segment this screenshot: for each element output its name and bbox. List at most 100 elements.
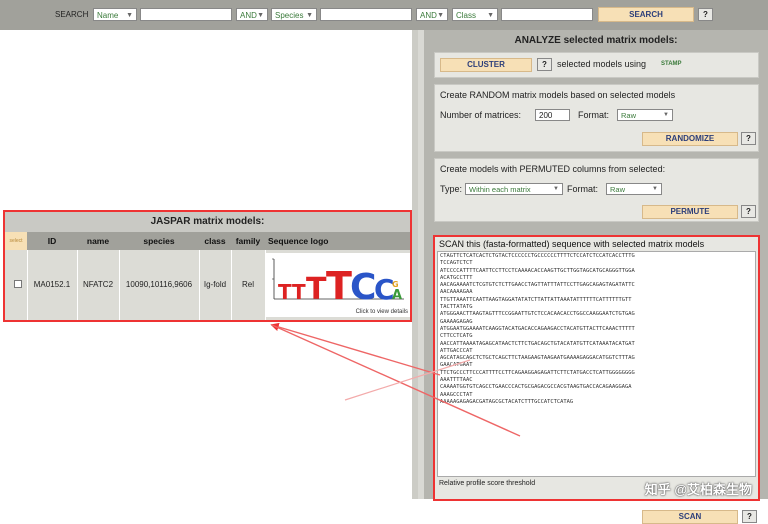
- search-field1-select[interactable]: Name ▼: [93, 8, 137, 21]
- sequence-line: AACAGAAAATCTCGTGTCTCTTGAACCTAGTTATTTATTC…: [440, 282, 635, 289]
- sequence-line: AACAAAAGAA: [440, 289, 473, 296]
- col-sequence-logo: Sequence logo: [268, 236, 329, 246]
- svg-text:T: T: [326, 264, 352, 305]
- permute-type-value: Within each matrix: [469, 185, 531, 194]
- search-field2-value: Species: [275, 11, 304, 20]
- sequence-line: ATCCCCATTTTCAATTCCTTCCTCAAAACACCAAGTTGCT…: [440, 267, 635, 274]
- scan-panel: SCAN this (fasta-formatted) sequence wit…: [433, 235, 760, 501]
- search-op2-select[interactable]: AND ▼: [416, 8, 448, 21]
- select-checkbox[interactable]: [14, 280, 22, 288]
- cell-species: 10090,10116,9606: [125, 280, 193, 289]
- sequence-line: ATTGACCCAT: [440, 347, 473, 354]
- sequence-line: AAATTTTAAC: [440, 377, 473, 384]
- chevron-down-icon: ▼: [257, 12, 264, 19]
- svg-text:T: T: [278, 280, 292, 304]
- cell-id: MA0152.1: [33, 280, 71, 289]
- search-op1-select[interactable]: AND ▼: [236, 8, 268, 21]
- random-panel: Create RANDOM matrix models based on sel…: [434, 84, 759, 152]
- svg-text:T: T: [292, 280, 306, 304]
- search-bar: SEARCH Name ▼ AND ▼ Species ▼ AND ▼ Class ▼ S…: [0, 0, 768, 30]
- jaspar-header-row: select ID name species class family Sequ…: [5, 232, 410, 250]
- svg-text:A: A: [392, 288, 402, 303]
- permute-format-select[interactable]: Raw ▼: [606, 183, 662, 195]
- search-op2-value: AND: [420, 11, 437, 20]
- cell-name: NFATC2: [82, 280, 114, 289]
- search-button[interactable]: SEARCH: [598, 7, 694, 22]
- cluster-text: selected models using: [557, 59, 647, 69]
- sequence-line: GAACATGAAT: [440, 362, 473, 369]
- stamp-link[interactable]: STAMP: [661, 61, 682, 67]
- logo-caption: Click to view details: [355, 309, 408, 315]
- search-field3-value: Class: [456, 11, 477, 20]
- col-class: class: [204, 236, 226, 246]
- scan-help-button[interactable]: ?: [742, 510, 757, 523]
- col-id: ID: [47, 236, 57, 246]
- randomize-button[interactable]: RANDOMIZE: [642, 132, 738, 146]
- watermark: 知乎 @艾柏森生物: [644, 482, 752, 497]
- sequence-logo-image[interactable]: T T T T C C A G Click to view details: [266, 253, 410, 317]
- search-label: SEARCH: [55, 10, 89, 19]
- analyze-pane: ANALYZE selected matrix models: CLUSTER …: [424, 30, 768, 524]
- chevron-down-icon: ▼: [306, 12, 313, 19]
- scan-title: SCAN this (fasta-formatted) sequence wit…: [439, 239, 705, 249]
- svg-text:T: T: [306, 272, 327, 305]
- svg-text:G: G: [392, 280, 399, 289]
- threshold-label: Relative profile score threshold: [439, 480, 536, 487]
- sequence-line: ACATGCCTTT: [440, 274, 473, 281]
- permute-button[interactable]: PERMUTE: [642, 205, 738, 219]
- num-matrices-label: Number of matrices:: [440, 110, 522, 120]
- num-matrices-input[interactable]: 200: [535, 109, 570, 121]
- sequence-line: AAAAAGAGAGACGATAGCGCTACATCTTTGCCATCTCATA…: [440, 398, 574, 405]
- jaspar-title: JASPAR matrix models:: [5, 212, 410, 232]
- chevron-down-icon: ▼: [553, 186, 559, 192]
- sequence-line: ATGGGAACTTAAGTAGTTTCCGGAATTGTCTCCACAACAC…: [440, 311, 635, 318]
- table-row: MA0152.1 NFATC2 10090,10116,9606 Ig-fold…: [5, 250, 410, 320]
- sequence-line: ATGGAATGGAAAATCAAGGTACATGACACCAGAAGACCTA…: [440, 325, 635, 332]
- sequence-line: CTTCCTCATG: [440, 333, 473, 340]
- sequence-line: TCCAGTCTCT: [440, 260, 473, 267]
- sequence-line: AGCATAGCAGCTCTGCTCAGCTTCTAAGAAGTAAGAATGA…: [440, 355, 635, 362]
- sequence-line: CAAAATGGTGTCAGCCTGAACCCACTGCGAGACGCCACGT…: [440, 384, 632, 391]
- search-input-2[interactable]: [320, 8, 412, 21]
- sequence-textarea[interactable]: CTAGTTCTCATCACTCTGTACTCCCCCCTGCCCCCCTTTT…: [437, 251, 756, 477]
- sequence-line: GAAAAGAGAG: [440, 318, 473, 325]
- random-format-select[interactable]: Raw ▼: [617, 109, 673, 121]
- sequence-line: TTCTGCCCTTCCCATTTTCCTTCAGAAGGAGAGATTCTTC…: [440, 369, 635, 376]
- cell-family: Rel: [241, 280, 254, 289]
- sequence-line: TACTTATATG: [440, 304, 473, 311]
- col-species: species: [143, 236, 175, 246]
- cluster-help-button[interactable]: ?: [537, 58, 552, 71]
- random-title: Create RANDOM matrix models based on sel…: [440, 90, 676, 100]
- search-field1-value: Name: [97, 11, 119, 20]
- permute-type-label: Type:: [440, 184, 463, 194]
- random-format-label: Format:: [578, 110, 610, 120]
- randomize-help-button[interactable]: ?: [741, 132, 756, 145]
- search-field3-select[interactable]: Class ▼: [452, 8, 498, 21]
- scan-button[interactable]: SCAN: [642, 510, 738, 524]
- svg-text:C: C: [350, 267, 376, 305]
- search-input-1[interactable]: [140, 8, 232, 21]
- col-family: family: [235, 236, 261, 246]
- sequence-line: CTAGTTCTCATCACTCTGTACTCCCCCCTGCCCCCCTTTT…: [440, 253, 635, 259]
- jaspar-models-table: JASPAR matrix models: select ID name spe…: [3, 210, 412, 322]
- cluster-button[interactable]: CLUSTER: [440, 58, 532, 72]
- random-format-value: Raw: [621, 111, 637, 120]
- analyze-title: ANALYZE selected matrix models:: [514, 35, 678, 46]
- search-op1-value: AND: [240, 11, 257, 20]
- sequence-line: TTGTTAAATTCAATTAAGTAGGATATATCTTATTATTAAA…: [440, 296, 632, 303]
- cell-class: Ig-fold: [203, 280, 227, 289]
- sequence-line: AAAGCCCTAT: [440, 391, 473, 398]
- chevron-down-icon: ▼: [126, 12, 133, 19]
- search-help-button[interactable]: ?: [698, 8, 713, 21]
- chevron-down-icon: ▼: [663, 112, 669, 118]
- chevron-down-icon: ▼: [487, 12, 494, 19]
- cluster-panel: CLUSTER ? selected models using STAMP: [434, 52, 759, 78]
- search-field2-select[interactable]: Species ▼: [271, 8, 317, 21]
- search-input-3[interactable]: [501, 8, 593, 21]
- permute-panel: Create models with PERMUTED columns from…: [434, 158, 759, 222]
- permute-format-label: Format:: [567, 184, 599, 194]
- permute-type-select[interactable]: Within each matrix ▼: [465, 183, 563, 195]
- col-select: select: [5, 232, 27, 250]
- chevron-down-icon: ▼: [437, 12, 444, 19]
- permute-help-button[interactable]: ?: [741, 205, 756, 218]
